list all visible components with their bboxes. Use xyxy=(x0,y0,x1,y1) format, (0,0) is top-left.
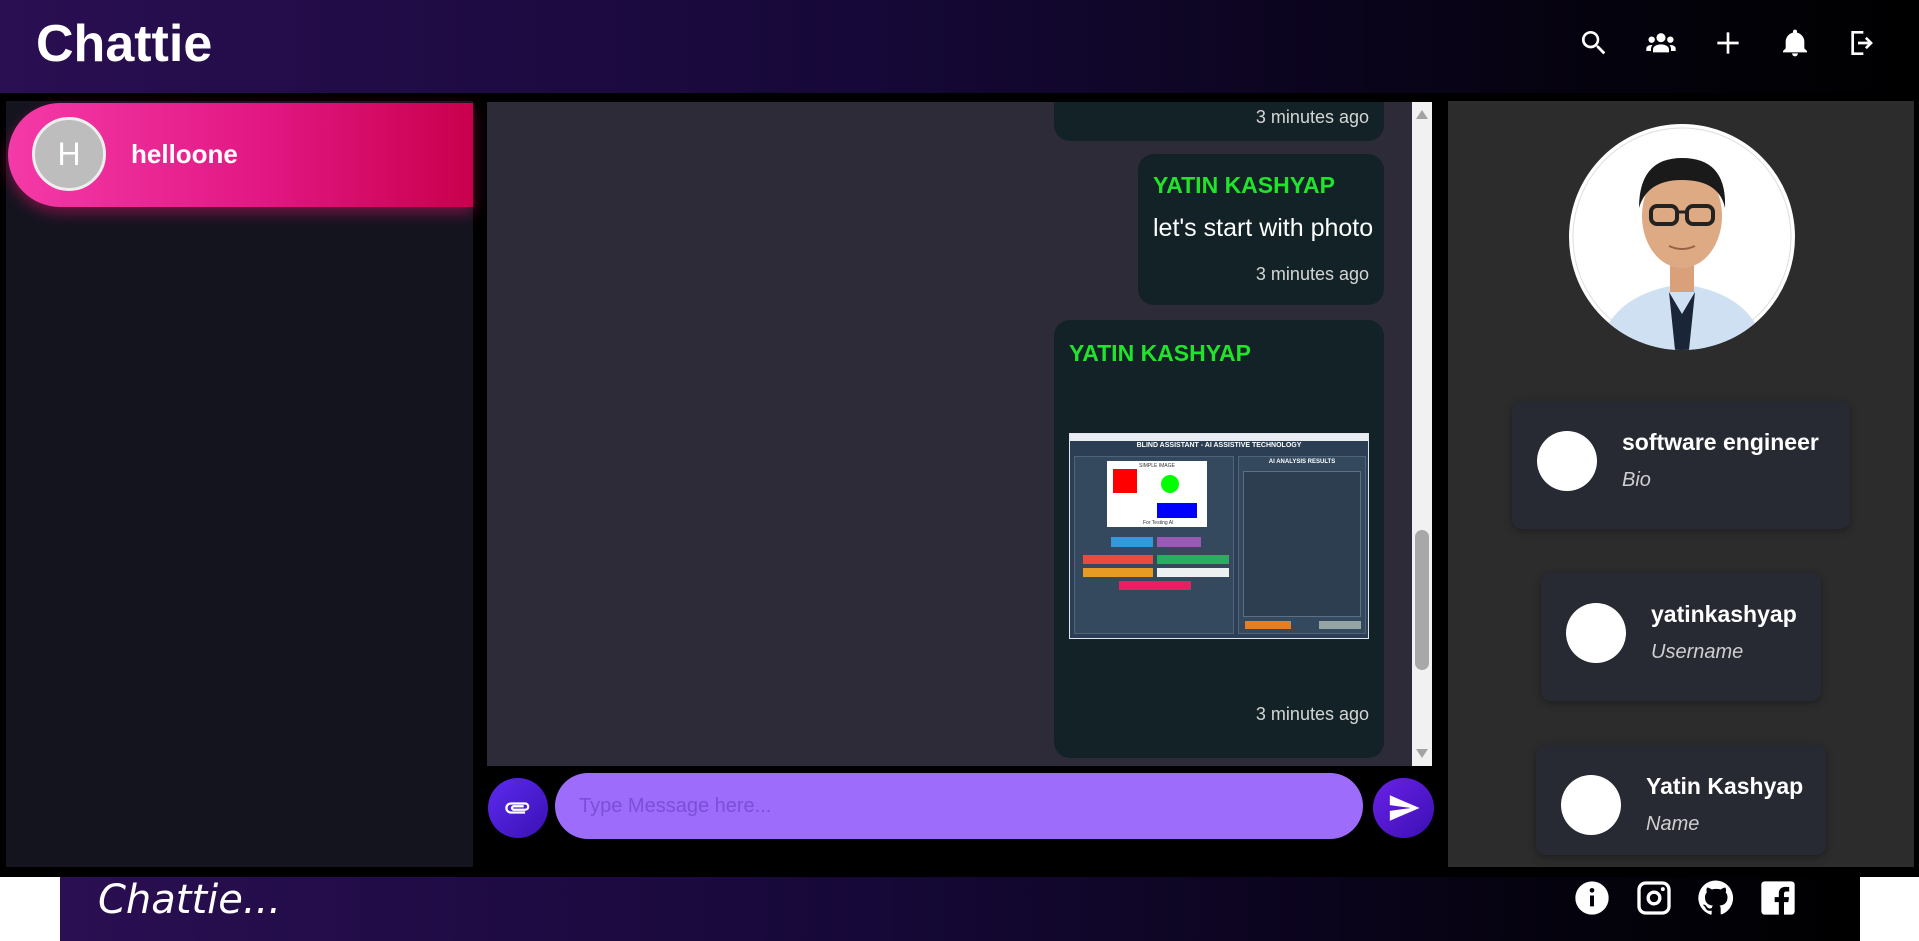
send-icon xyxy=(1389,795,1420,821)
image-right-pane: AI ANALYSIS RESULTS xyxy=(1238,456,1366,634)
header-actions xyxy=(1577,26,1879,60)
image-caption: For Testing AI xyxy=(1143,520,1174,526)
bell-icon[interactable] xyxy=(1778,26,1812,60)
message-time: 3 minutes ago xyxy=(1255,264,1369,284)
footer-links xyxy=(1572,878,1798,918)
github-icon[interactable] xyxy=(1696,878,1736,918)
message-input[interactable] xyxy=(555,773,1363,839)
info-icon[interactable] xyxy=(1572,878,1612,918)
profile-panel: software engineer Bio yatinkashyap Usern… xyxy=(1448,101,1914,867)
contact-name: helloone xyxy=(131,139,238,169)
image-left-pane: SIMPLE IMAGE For Testing AI xyxy=(1074,456,1234,634)
profile-card-bio: software engineer Bio xyxy=(1512,401,1850,529)
image-sample-label: SIMPLE IMAGE xyxy=(1139,463,1175,469)
scroll-up-icon[interactable] xyxy=(1416,110,1428,119)
logout-icon[interactable] xyxy=(1845,26,1879,60)
app-title[interactable]: Chattie xyxy=(36,14,212,74)
bio-label: Bio xyxy=(1622,469,1651,491)
scroll-down-icon[interactable] xyxy=(1416,749,1428,758)
message-bubble: YATIN KASHYAP let's start with photo 3 m… xyxy=(1138,154,1384,305)
message-image[interactable]: BLIND ASSISTANT - AI ASSISTIVE TECHNOLOG… xyxy=(1069,433,1369,639)
message-time: 3 minutes ago xyxy=(1255,107,1369,127)
message-sender: YATIN KASHYAP xyxy=(1153,172,1335,198)
name-icon xyxy=(1561,775,1621,835)
search-icon[interactable] xyxy=(1577,26,1611,60)
contact-item-helloone[interactable]: H helloone xyxy=(8,103,473,207)
footer-brand: Chattie... xyxy=(98,877,282,923)
send-button[interactable] xyxy=(1373,778,1434,838)
message-composer xyxy=(478,768,1438,877)
plus-icon[interactable] xyxy=(1711,26,1745,60)
image-window-titlebar xyxy=(1070,434,1368,441)
name-label: Name xyxy=(1646,813,1700,835)
contact-avatar: H xyxy=(32,117,106,191)
message-bubble: YATIN KASHYAP BLIND ASSISTANT - AI ASSIS… xyxy=(1054,320,1384,758)
message-bubble: 3 minutes ago xyxy=(1054,102,1384,141)
attach-button[interactable] xyxy=(488,778,548,838)
instagram-icon[interactable] xyxy=(1634,878,1674,918)
footer: Chattie... xyxy=(60,877,1860,941)
username-label: Username xyxy=(1651,641,1744,663)
top-navbar: Chattie xyxy=(0,0,1919,93)
scroll-thumb[interactable] xyxy=(1415,530,1429,670)
paperclip-icon xyxy=(505,802,530,814)
message-text: let's start with photo xyxy=(1153,214,1374,242)
main-shell: H helloone 3 minutes ago YATIN KASHYAP l… xyxy=(0,93,1919,877)
username-value: yatinkashyap xyxy=(1651,601,1797,627)
message-time: 3 minutes ago xyxy=(1255,704,1369,724)
image-panel-title: AI ANALYSIS RESULTS xyxy=(1268,459,1336,465)
message-sender: YATIN KASHYAP xyxy=(1069,340,1251,366)
group-icon[interactable] xyxy=(1644,26,1678,60)
profile-photo[interactable] xyxy=(1569,124,1795,350)
image-sample-canvas: SIMPLE IMAGE For Testing AI xyxy=(1107,461,1207,527)
chat-scrollbar[interactable] xyxy=(1412,102,1432,766)
bio-value: software engineer xyxy=(1622,429,1819,455)
profile-card-name: Yatin Kashyap Name xyxy=(1536,745,1826,855)
image-title: BLIND ASSISTANT - AI ASSISTIVE TECHNOLOG… xyxy=(1136,442,1302,449)
profile-card-username: yatinkashyap Username xyxy=(1541,573,1821,701)
username-icon xyxy=(1566,603,1626,663)
bio-icon xyxy=(1537,431,1597,491)
name-value: Yatin Kashyap xyxy=(1646,773,1804,799)
contacts-sidebar: H helloone xyxy=(6,101,473,867)
chat-messages[interactable]: 3 minutes ago YATIN KASHYAP let's start … xyxy=(487,102,1412,766)
facebook-icon[interactable] xyxy=(1758,878,1798,918)
